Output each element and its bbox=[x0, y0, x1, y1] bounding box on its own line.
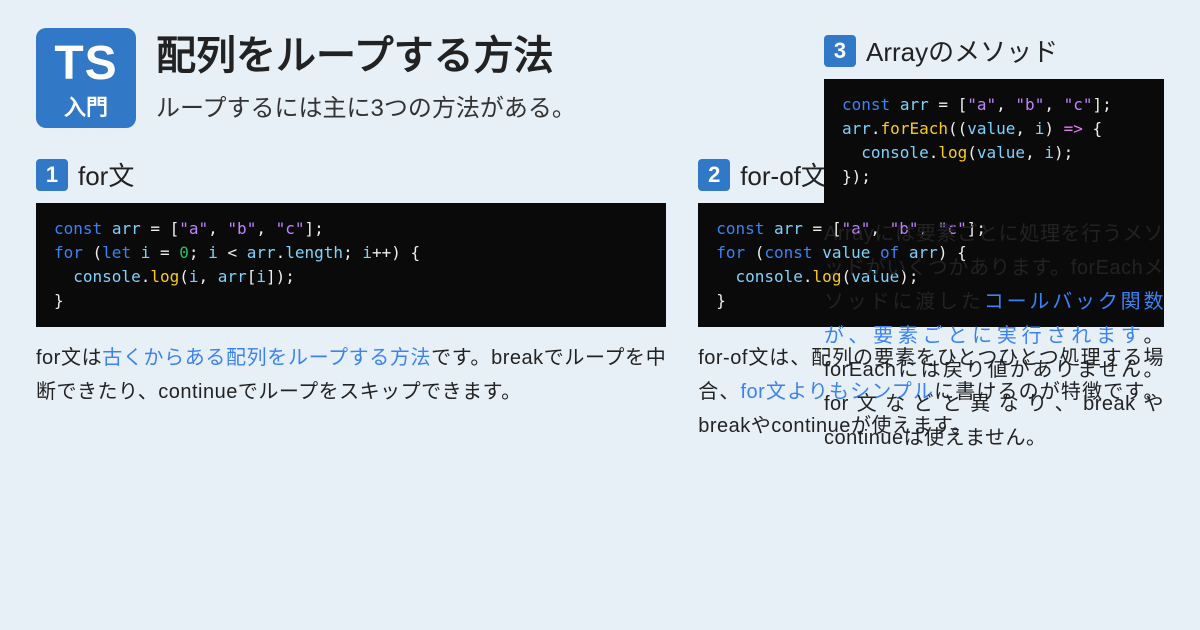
code-block-3: const arr = ["a", "b", "c"]; arr.forEach… bbox=[824, 79, 1164, 203]
badge-3: 3 bbox=[824, 35, 856, 67]
page-subtitle: ループするには主に3つの方法がある。 bbox=[156, 88, 576, 123]
page-title: 配列をループする方法 bbox=[156, 32, 576, 80]
section-title-2: for-of文 bbox=[740, 156, 827, 193]
badge-1: 1 bbox=[36, 159, 68, 191]
section-for: 1 for文 const arr = ["a", "b", "c"]; for … bbox=[36, 156, 666, 443]
logo-sub: 入門 bbox=[64, 90, 108, 122]
section-array-method: 3 Arrayのメソッド const arr = ["a", "b", "c"]… bbox=[824, 32, 1164, 455]
badge-2: 2 bbox=[698, 159, 730, 191]
desc-3: Arrayには要素ごとに処理を行うメソッドがいくつかあります。forEachメソ… bbox=[824, 217, 1164, 455]
code-block-1: const arr = ["a", "b", "c"]; for (let i … bbox=[36, 203, 666, 327]
section-title-1: for文 bbox=[78, 156, 134, 193]
section-head: 3 Arrayのメソッド bbox=[824, 32, 1164, 69]
section-title-3: Arrayのメソッド bbox=[866, 32, 1058, 69]
section-head: 1 for文 bbox=[36, 156, 666, 193]
logo-main: TS bbox=[54, 40, 117, 88]
title-block: 配列をループする方法 ループするには主に3つの方法がある。 bbox=[156, 28, 576, 123]
ts-logo: TS 入門 bbox=[36, 28, 136, 128]
desc-1: for文は古くからある配列をループする方法です。breakでループを中断できたり… bbox=[36, 341, 666, 409]
